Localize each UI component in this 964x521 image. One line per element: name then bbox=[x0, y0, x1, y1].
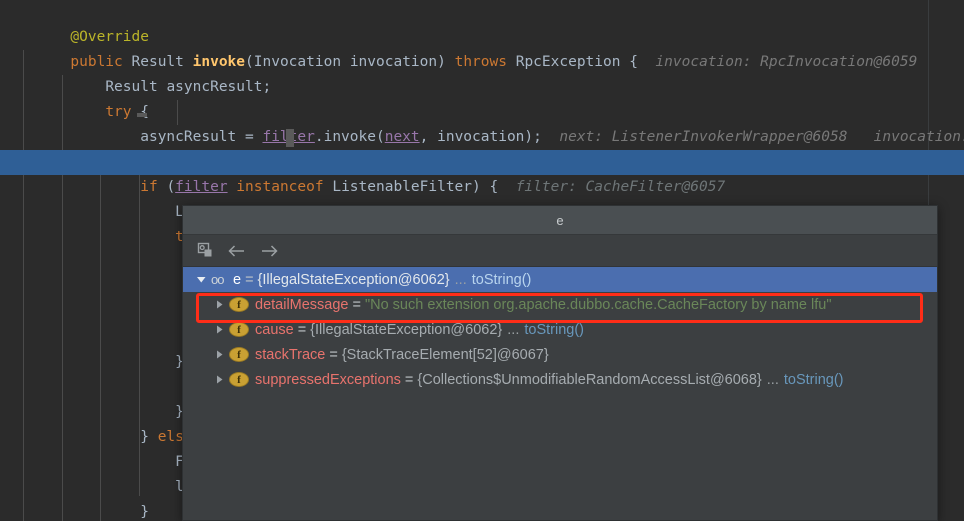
forward-arrow-icon[interactable] bbox=[255, 238, 283, 264]
field-icon: f bbox=[229, 347, 249, 362]
ide-debugger-screenshot: @Override public Result invoke(Invocatio… bbox=[0, 0, 964, 521]
code-line-4[interactable]: try { bbox=[0, 75, 964, 120]
variable-name: e bbox=[233, 271, 242, 288]
variable-name: detailMessage bbox=[255, 296, 349, 313]
chevron-right-icon[interactable] bbox=[209, 324, 229, 335]
code-line-1[interactable]: @Override bbox=[0, 0, 964, 45]
popup-title: e bbox=[556, 212, 564, 228]
field-icon: f bbox=[229, 372, 249, 387]
popup-title-bar[interactable]: e bbox=[183, 206, 937, 235]
tree-row[interactable]: f detailMessage = "No such extension org… bbox=[201, 292, 937, 317]
equals-sign: = bbox=[352, 296, 361, 313]
variables-tree[interactable]: oo e = {IllegalStateException@6062} ... … bbox=[183, 267, 937, 392]
variable-inspect-popup[interactable]: e oo e = {IllegalStateException@6062} ..… bbox=[182, 205, 938, 521]
variable-value: {IllegalStateException@6062} bbox=[257, 271, 450, 288]
code-line-3[interactable]: Result asyncResult; bbox=[0, 50, 964, 95]
tostring-link[interactable]: toString() bbox=[524, 322, 584, 338]
equals-sign: = bbox=[404, 371, 414, 388]
field-icon: f bbox=[229, 297, 249, 312]
code-line-7-current[interactable]: if (filter instanceof ListenableFilter) … bbox=[0, 150, 964, 195]
tree-row[interactable]: f suppressedExceptions = {Collections$Un… bbox=[201, 367, 937, 392]
variable-name: cause bbox=[255, 321, 294, 338]
chevron-right-icon[interactable] bbox=[209, 299, 229, 310]
ellipsis: ... bbox=[507, 321, 520, 338]
back-arrow-icon[interactable] bbox=[223, 238, 251, 264]
variable-value: "No such extension org.apache.dubbo.cach… bbox=[364, 296, 832, 313]
code-line-8[interactable]: ListenableFilter listenableFilter = ((Li… bbox=[0, 175, 964, 220]
code-line-2[interactable]: public Result invoke(Invocation invocati… bbox=[0, 25, 964, 70]
equals-sign: = bbox=[297, 321, 307, 338]
ellipsis: ... bbox=[766, 371, 779, 388]
text-caret bbox=[286, 129, 294, 147]
watch-icon: oo bbox=[211, 272, 224, 287]
variable-value: {StackTraceElement[52]@6067} bbox=[341, 346, 549, 363]
popup-toolbar[interactable] bbox=[183, 235, 937, 267]
variable-name: suppressedExceptions bbox=[255, 371, 401, 388]
tostring-link[interactable]: toString() bbox=[472, 272, 532, 288]
equals-sign: = bbox=[245, 271, 254, 288]
variable-name: stackTrace bbox=[255, 346, 326, 363]
view-as-icon[interactable] bbox=[191, 238, 219, 264]
chevron-right-icon[interactable] bbox=[209, 374, 229, 385]
chevron-right-icon[interactable] bbox=[209, 349, 229, 360]
tostring-link[interactable]: toString() bbox=[784, 372, 844, 388]
tree-row[interactable]: f cause = {IllegalStateException@6062} .… bbox=[201, 317, 937, 342]
field-icon: f bbox=[229, 322, 249, 337]
chevron-down-icon[interactable] bbox=[191, 274, 211, 285]
variable-value: {IllegalStateException@6062} bbox=[310, 321, 503, 338]
equals-sign: = bbox=[329, 346, 338, 363]
tree-row[interactable]: oo e = {IllegalStateException@6062} ... … bbox=[183, 267, 937, 292]
ellipsis: ... bbox=[454, 271, 467, 288]
caret-underline bbox=[137, 113, 147, 117]
variable-value: {Collections$UnmodifiableRandomAccessLis… bbox=[417, 371, 762, 388]
code-line-6[interactable]: } catch (Exception e) { e: IllegalStateE… bbox=[0, 125, 964, 170]
tree-row[interactable]: f stackTrace = {StackTraceElement[52]@60… bbox=[201, 342, 937, 367]
